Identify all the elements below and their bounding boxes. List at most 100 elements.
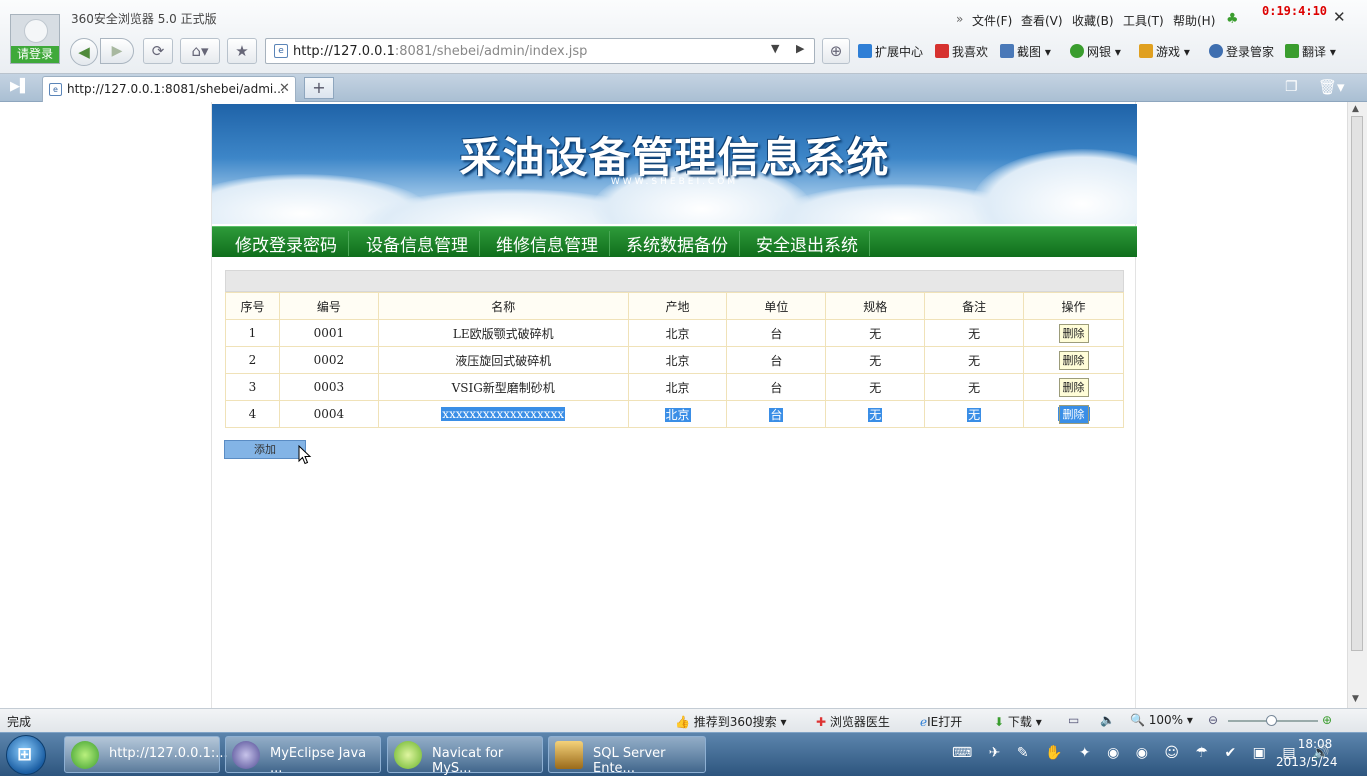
online-banking[interactable]: 网银 ▾ [1070,43,1121,60]
download-arrow-icon: ⬇ [994,715,1005,729]
menu-view[interactable]: 查看(V) [1021,12,1063,29]
user-avatar[interactable]: 请登录 [10,14,60,64]
translate[interactable]: 翻译 ▾ [1285,43,1336,60]
cell-note: 无 [924,346,1025,374]
table-row: 1 0001 LE欧版颚式破碎机 北京 台 无 无 删除 [225,319,1124,347]
cell-name: VSIG新型磨制砂机 [377,373,629,401]
task-sql-server[interactable]: SQL Server Ente... [548,736,706,776]
heart-icon [935,44,949,58]
back-arrow-icon: ◀ [78,43,90,61]
cell-spec: 无 [825,400,926,428]
skin-icon[interactable]: ♣ [1226,11,1239,27]
clock-time[interactable]: 18:08 [1290,737,1340,751]
cell-name: xxxxxxxxxxxxxxxxxx [377,400,629,428]
my-favorites[interactable]: 我喜欢 [935,43,988,60]
magnifier-icon: 🔍 [1130,713,1145,727]
menu-file[interactable]: 文件(F) [972,12,1012,29]
home-button[interactable]: ⌂▾ [180,38,220,64]
avatar-icon [24,19,48,43]
selected-text: 无 [868,407,883,422]
login-manager[interactable]: 登录管家 [1209,43,1274,60]
browser-app-icon [71,741,99,769]
add-button[interactable]: 添加 [224,440,306,459]
nav-logout[interactable]: 安全退出系统 [756,231,870,256]
address-input[interactable]: http://127.0.0.1:8081/shebei/admin/index… [293,44,587,59]
cell-code: 0001 [278,319,379,347]
refresh-button[interactable]: ⟳ [143,38,173,64]
window-icon[interactable]: ▭ [1068,713,1079,727]
security-button[interactable]: ⊕ [822,38,850,64]
scroll-thumb[interactable] [1351,116,1363,651]
clock-date[interactable]: 2013/5/24 [1276,755,1338,769]
menu-favorites[interactable]: 收藏(B) [1072,12,1114,29]
task-browser[interactable]: http://127.0.0.1:... [64,736,228,773]
column-header: 操作 [1023,292,1124,320]
extension-center[interactable]: 扩展中心 [858,43,923,60]
menu-tools[interactable]: 工具(T) [1123,12,1164,29]
zoom-out-icon[interactable]: ⊖ [1208,713,1218,727]
table-row: 2 0002 液压旋回式破碎机 北京 台 无 无 删除 [225,346,1124,374]
selected-text: 无 [967,407,982,422]
status-text: 完成 [7,715,32,729]
nav-equipment-management[interactable]: 设备信息管理 [366,231,480,256]
delete-button[interactable]: 删除 [1058,377,1089,397]
page-content: 采油设备管理信息系统 WWW.SHEBEI.COM 修改登录密码 设备信息管理 … [211,102,1137,708]
trash-icon[interactable]: 🗑▾ [1318,78,1345,96]
cell-code: 0002 [278,346,379,374]
recommend-360-search[interactable]: 👍 推荐到360搜索 ▾ [675,713,787,730]
nav-data-backup[interactable]: 系统数据备份 [626,231,740,256]
cell-note: 无 [924,400,1025,428]
equipment-panel: 序号 编号 名称 产地 单位 规格 备注 操作 1 0001 LE欧版颚式破碎机… [225,270,1124,430]
zoom-level[interactable]: 🔍 100% ▾ [1130,713,1193,727]
cell-seq: 2 [225,346,280,374]
games[interactable]: 游戏 ▾ [1139,43,1190,60]
shield-icon: ⊕ [829,42,843,60]
scroll-down-icon[interactable]: ▼ [1352,694,1359,704]
close-window-icon[interactable]: ✕ [1333,8,1346,26]
mouse-cursor-icon [298,445,312,465]
menu-help[interactable]: 帮助(H) [1173,12,1215,29]
cell-note: 无 [924,373,1025,401]
medical-cross-icon: ✚ [816,715,827,729]
task-myeclipse[interactable]: MyEclipse Java ... [225,736,381,776]
task-navicat[interactable]: Navicat for MyS... [387,736,543,776]
delete-button[interactable]: 删除 [1058,350,1089,370]
favorite-button[interactable]: ★ [227,38,257,64]
scroll-up-icon[interactable]: ▲ [1352,104,1359,114]
cell-unit: 台 [726,346,827,374]
tab-close-icon[interactable]: ✕ [279,81,290,96]
cube-icon [858,44,872,58]
vertical-scrollbar[interactable]: ▲ ▼ [1347,102,1367,708]
back-button[interactable]: ◀ [70,38,98,66]
column-header: 备注 [924,292,1025,320]
nav-change-password[interactable]: 修改登录密码 [235,231,349,256]
browser-doctor[interactable]: ✚ 浏览器医生 [816,713,890,730]
menu-expand-icon[interactable]: » [956,12,963,26]
chevron-down-icon[interactable]: ▼ [771,42,779,55]
login-button[interactable]: 请登录 [11,46,59,63]
plus-icon: + [312,78,326,97]
delete-button[interactable]: 删除 [1058,404,1089,424]
scissors-icon [1000,44,1014,58]
sidebar-toggle-icon[interactable]: ▶▌ [10,79,30,94]
go-icon[interactable]: ▶ [796,42,804,55]
forward-button[interactable]: ▶ [100,38,134,64]
downloads[interactable]: ⬇ 下载 ▾ [994,713,1042,730]
tab-active[interactable]: e http://127.0.0.1:8081/shebei/admi... ✕ [42,76,296,102]
zoom-in-icon[interactable]: ⊕ [1322,713,1332,727]
table-row-selected: 4 0004 xxxxxxxxxxxxxxxxxx 北京 台 无 无 删除 [225,400,1124,428]
zoom-slider-handle[interactable] [1266,715,1277,726]
restore-tabs-icon[interactable]: ❐ [1285,79,1298,95]
volume-icon[interactable]: 🔈 [1100,713,1115,727]
start-button[interactable]: ⊞ [6,735,46,775]
address-bar[interactable]: e http://127.0.0.1:8081/shebei/admin/ind… [265,38,815,64]
nav-repair-management[interactable]: 维修信息管理 [496,231,610,256]
open-in-ie[interactable]: ℯIE打开 [920,713,962,730]
screenshot-tool[interactable]: 截图 ▾ [1000,43,1051,60]
browser-toolbar: 请登录 360安全浏览器 5.0 正式版 » 文件(F) 查看(V) 收藏(B)… [0,0,1367,74]
key-icon [1209,44,1223,58]
delete-button[interactable]: 删除 [1058,323,1089,343]
column-header: 单位 [726,292,827,320]
new-tab-button[interactable]: + [304,77,334,99]
column-header: 编号 [278,292,379,320]
